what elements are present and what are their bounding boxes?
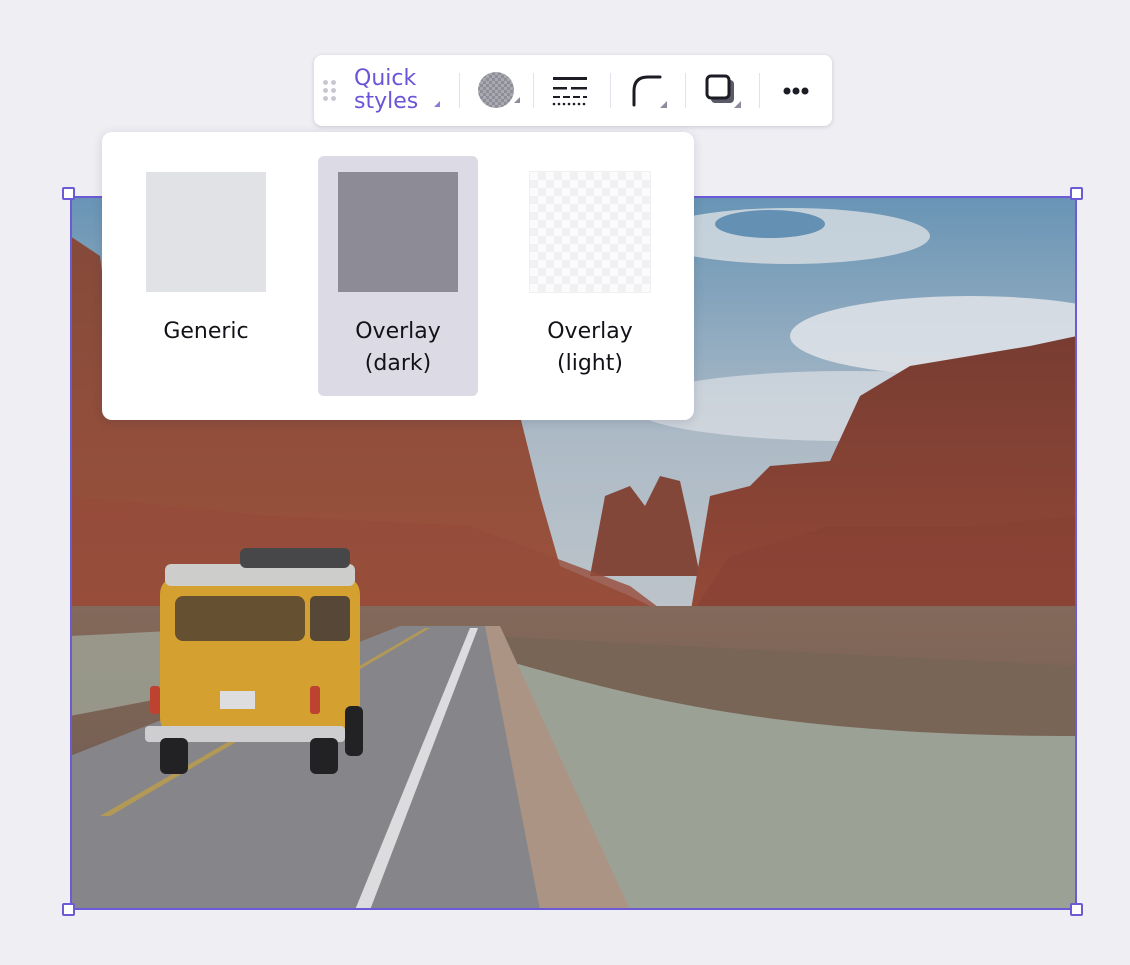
more-button[interactable] bbox=[774, 69, 818, 113]
style-swatch bbox=[529, 171, 651, 293]
element-toolbar: Quick styles bbox=[314, 55, 832, 126]
toolbar-divider bbox=[759, 73, 760, 108]
toolbar-divider bbox=[610, 73, 611, 108]
fill-color-button[interactable] bbox=[474, 69, 520, 113]
shadow-icon bbox=[705, 74, 741, 108]
toolbar-divider bbox=[459, 73, 460, 108]
resize-handle-top-right[interactable] bbox=[1070, 187, 1083, 200]
quick-styles-popover: Generic Overlay (dark) Overlay (light) bbox=[102, 132, 694, 420]
chevron-down-icon bbox=[434, 101, 440, 107]
corner-radius-button[interactable] bbox=[626, 69, 670, 113]
checkerboard-fill-icon bbox=[478, 72, 520, 108]
style-option-overlay-light[interactable]: Overlay (light) bbox=[510, 156, 670, 396]
shadow-button[interactable] bbox=[700, 69, 744, 113]
style-swatch bbox=[146, 172, 266, 292]
resize-handle-bottom-left[interactable] bbox=[62, 903, 75, 916]
toolbar-divider bbox=[685, 73, 686, 108]
style-option-overlay-dark[interactable]: Overlay (dark) bbox=[318, 156, 478, 396]
toolbar-divider bbox=[533, 73, 534, 108]
resize-handle-bottom-right[interactable] bbox=[1070, 903, 1083, 916]
style-option-label: Overlay (dark) bbox=[355, 319, 441, 376]
drag-handle-icon[interactable] bbox=[323, 80, 337, 102]
quick-styles-label-line1: Quick bbox=[354, 66, 417, 91]
style-option-label: Overlay (light) bbox=[547, 319, 633, 376]
border-style-button[interactable] bbox=[548, 69, 592, 113]
resize-handle-top-left[interactable] bbox=[62, 187, 75, 200]
more-horizontal-icon bbox=[783, 87, 809, 95]
border-style-icon bbox=[552, 77, 587, 106]
style-swatch bbox=[338, 172, 458, 292]
style-option-label: Generic bbox=[163, 319, 249, 344]
corner-radius-icon bbox=[632, 75, 667, 108]
style-option-generic[interactable]: Generic bbox=[126, 156, 286, 396]
quick-styles-label-line2: styles bbox=[354, 89, 419, 114]
quick-styles-button[interactable]: Quick styles bbox=[354, 67, 446, 115]
